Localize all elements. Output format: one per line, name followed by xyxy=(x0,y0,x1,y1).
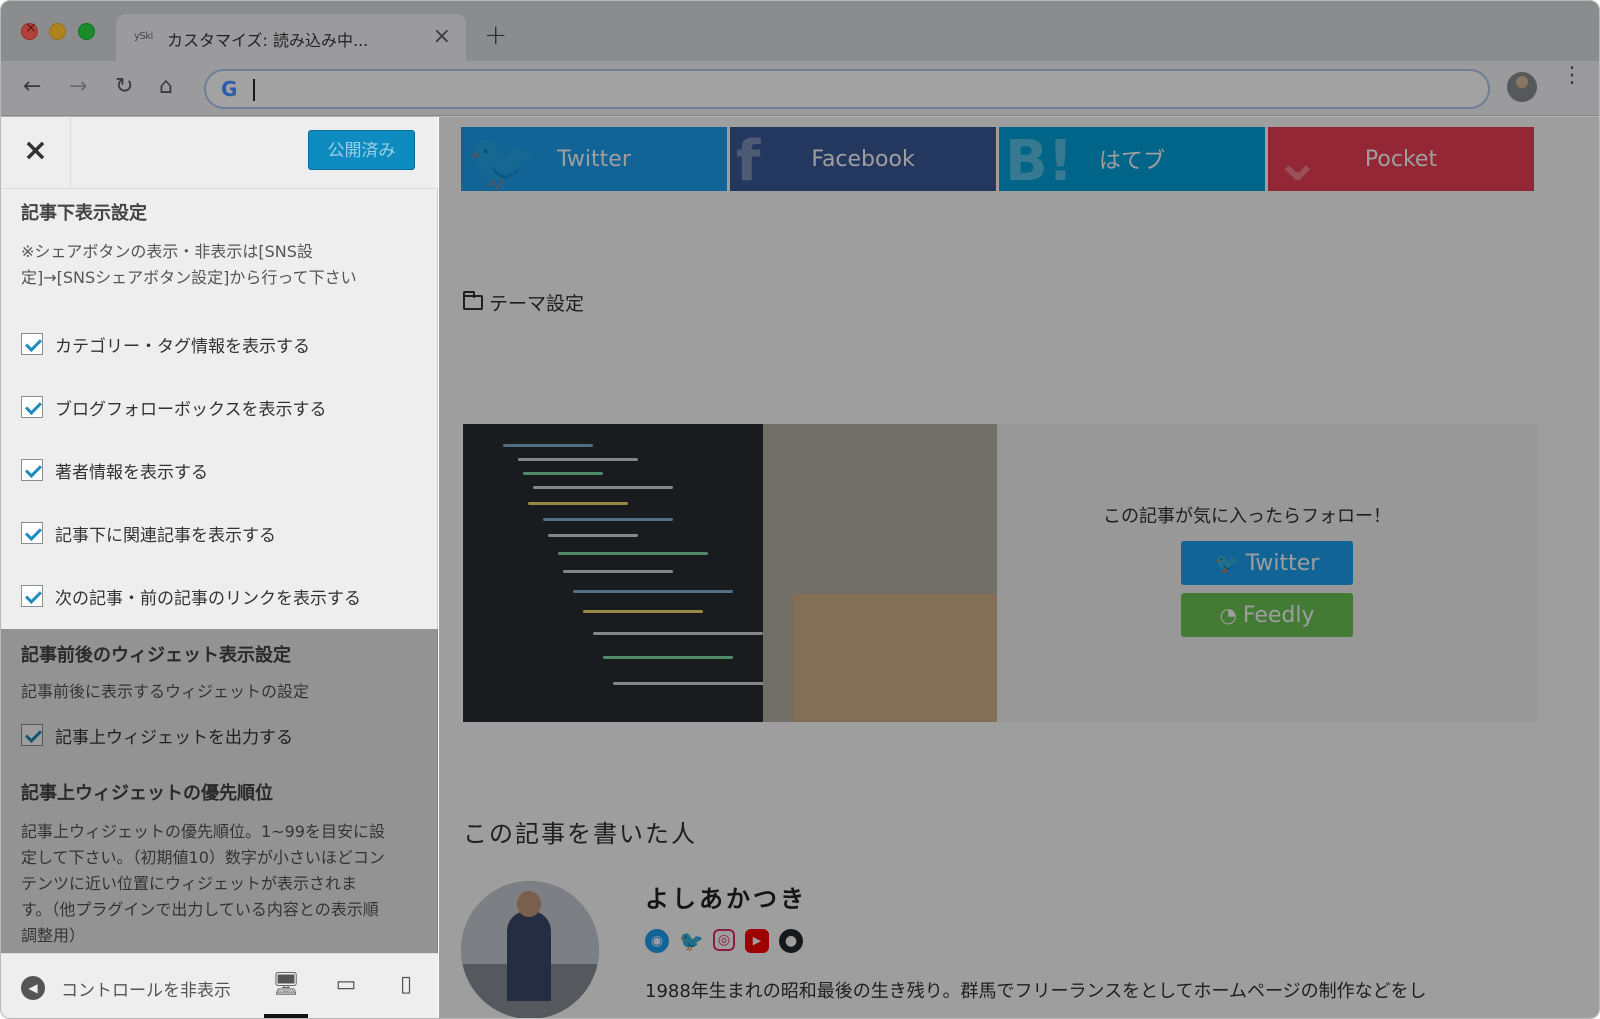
share-label: Pocket xyxy=(1364,146,1438,172)
folder-icon xyxy=(463,291,483,310)
share-buttons: 🐦 Twitter f Facebook B! はてブ ⌄ Pocket xyxy=(461,127,1537,191)
follow-twitter-label: Twitter xyxy=(1245,550,1320,576)
share-label: Facebook xyxy=(811,146,915,172)
section-title: 記事下表示設定 xyxy=(21,203,147,224)
checkbox-widget-above[interactable]: 記事上ウィジェットを出力する xyxy=(21,722,293,748)
checkbox-checked[interactable] xyxy=(21,522,43,544)
twitter-bird-icon[interactable]: 🐦 xyxy=(679,929,704,953)
follow-feedly-label: Feedly xyxy=(1242,602,1315,628)
checkbox-author-info[interactable]: 著者情報を表示する xyxy=(21,457,208,483)
category-label: テーマ設定 xyxy=(489,293,585,315)
share-label: Twitter xyxy=(557,146,631,172)
checkbox-prev-next-links[interactable]: 次の記事・前の記事のリンクを表示する xyxy=(21,583,361,609)
checkbox-related-posts[interactable]: 記事下に関連記事を表示する xyxy=(21,520,276,546)
close-icon[interactable]: × xyxy=(1,117,71,189)
follow-feedly-button[interactable]: ◔ Feedly xyxy=(1181,593,1353,637)
follow-prompt: この記事が気に入ったらフォロー！ xyxy=(1103,506,1391,527)
site-preview: 🐦 Twitter f Facebook B! はてブ ⌄ Pocket テーマ… xyxy=(439,117,1599,1018)
close-icon[interactable]: × xyxy=(433,24,451,49)
collapse-label[interactable]: コントロールを非表示 xyxy=(61,976,246,1001)
section-description: 記事上ウィジェットの優先順位。1~99を目安に設定して下さい。（初期値10）数字… xyxy=(21,822,385,945)
customizer-sidebar: × 公開済み 記事下表示設定 ※シェアボタンの表示・非表示は[SNS設定]→[S… xyxy=(1,117,438,1018)
kebab-menu-icon[interactable]: ⋮ xyxy=(1561,65,1583,87)
browser-window: ySki カスタマイズ: 読み込み中... × + ← → ↻ ⌂ G ⋮ × … xyxy=(0,0,1600,1019)
checkbox-checked[interactable] xyxy=(21,459,43,481)
checkbox-label: 次の記事・前の記事のリンクを表示する xyxy=(55,588,361,609)
customizer-footer: ◀ コントロールを非表示 🖥 ▭ ▯ xyxy=(1,953,438,1018)
forward-arrow-icon[interactable]: → xyxy=(69,74,87,99)
tab-strip: ySki カスタマイズ: 読み込み中... × + xyxy=(1,1,1599,62)
customizer-header: × 公開済み xyxy=(1,117,438,189)
home-icon[interactable]: ⌂ xyxy=(159,74,173,99)
checkbox-label: 記事上ウィジェットを出力する xyxy=(55,727,293,748)
checkbox-checked[interactable] xyxy=(21,396,43,418)
text-cursor xyxy=(253,79,255,101)
tab-title: カスタマイズ: 読み込み中... xyxy=(167,31,369,50)
author-social-links: ◉ 🐦 ◎ ▶ ● xyxy=(645,929,813,953)
tablet-preview-icon[interactable]: ▭ xyxy=(324,972,368,1004)
facebook-icon: f xyxy=(736,129,761,191)
author-name: よしあかつき xyxy=(645,885,807,913)
youtube-icon[interactable]: ▶ xyxy=(745,929,769,953)
checkbox-label: 著者情報を表示する xyxy=(55,462,208,483)
checkbox-checked[interactable] xyxy=(21,333,43,355)
checkbox-category-tag[interactable]: カテゴリー・タグ情報を表示する xyxy=(21,331,310,357)
pocket-icon: ⌄ xyxy=(1274,129,1321,191)
checkbox-label: 記事下に関連記事を表示する xyxy=(55,525,276,546)
follow-box: この記事が気に入ったらフォロー！ 🐦 Twitter ◔ Feedly xyxy=(463,424,1537,722)
checkbox-label: ブログフォローボックスを表示する xyxy=(55,399,327,420)
checkbox-checked[interactable] xyxy=(21,585,43,607)
checkbox-follow-box[interactable]: ブログフォローボックスを表示する xyxy=(21,394,327,420)
author-avatar xyxy=(461,881,599,1018)
site-favicon-icon: ySki xyxy=(134,31,153,42)
share-hatena-button[interactable]: B! はてブ xyxy=(999,127,1265,191)
checkbox-label: カテゴリー・タグ情報を表示する xyxy=(55,336,310,357)
instagram-icon[interactable]: ◎ xyxy=(713,929,735,951)
minimize-window-button[interactable] xyxy=(49,23,66,40)
reload-icon[interactable]: ↻ xyxy=(115,74,133,99)
section-title: 記事前後のウィジェット表示設定 xyxy=(21,645,291,666)
google-icon: G xyxy=(221,77,238,101)
collapse-icon[interactable]: ◀ xyxy=(21,976,45,1000)
hatena-icon: B! xyxy=(1005,129,1074,191)
publish-button[interactable]: 公開済み xyxy=(308,130,415,170)
profile-avatar[interactable] xyxy=(1507,72,1537,102)
category-link[interactable]: テーマ設定 xyxy=(463,289,584,316)
author-bio: 1988年生まれの昭和最後の生き残り。群馬でフリーランスをとしてホームページの制… xyxy=(645,981,1427,1002)
share-label: はてブ xyxy=(1098,149,1165,174)
globe-icon[interactable]: ◉ xyxy=(645,929,669,953)
new-tab-button[interactable]: + xyxy=(484,18,507,51)
section-description: ※シェアボタンの表示・非表示は[SNS設定]→[SNSシェアボタン設定]から行っ… xyxy=(21,242,357,287)
author-heading: この記事を書いた人 xyxy=(463,820,697,848)
share-pocket-button[interactable]: ⌄ Pocket xyxy=(1268,127,1534,191)
browser-toolbar: ← → ↻ ⌂ G ⋮ xyxy=(1,61,1599,116)
github-icon[interactable]: ● xyxy=(779,929,803,953)
checkbox-checked[interactable] xyxy=(21,724,43,746)
follow-twitter-button[interactable]: 🐦 Twitter xyxy=(1181,541,1353,585)
share-twitter-button[interactable]: 🐦 Twitter xyxy=(461,127,727,191)
section-title: 記事上ウィジェットの優先順位 xyxy=(21,783,273,804)
twitter-bird-icon: 🐦 xyxy=(467,130,537,191)
address-bar[interactable]: G xyxy=(204,69,1490,109)
code-screen-image xyxy=(463,424,997,722)
mobile-preview-icon[interactable]: ▯ xyxy=(384,972,428,1004)
close-window-button[interactable] xyxy=(21,20,38,40)
maximize-window-button[interactable] xyxy=(78,23,95,40)
browser-tab[interactable]: ySki カスタマイズ: 読み込み中... × xyxy=(116,14,466,62)
share-facebook-button[interactable]: f Facebook xyxy=(730,127,996,191)
rss-icon: ◔ xyxy=(1219,603,1237,627)
section-description: 記事前後に表示するウィジェットの設定 xyxy=(21,682,310,701)
back-arrow-icon[interactable]: ← xyxy=(23,74,41,99)
twitter-bird-icon: 🐦 xyxy=(1214,551,1240,575)
desktop-preview-icon[interactable]: 🖥 xyxy=(264,972,308,1018)
